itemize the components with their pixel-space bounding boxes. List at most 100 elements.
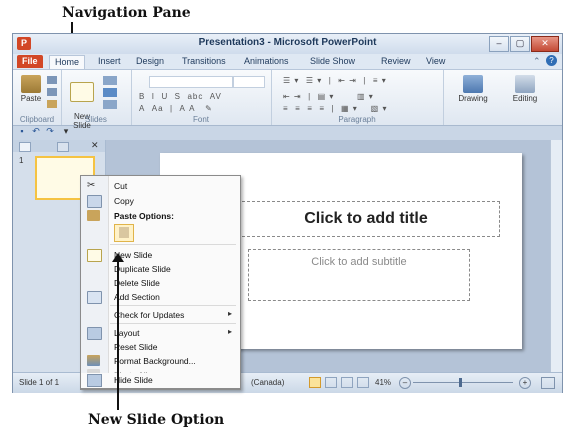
annotation-new-slide-option: New Slide Option — [88, 412, 225, 428]
outline-tab-icon[interactable] — [57, 142, 69, 152]
pane-tabs: ✕ — [13, 140, 105, 152]
slideshow-view-icon[interactable] — [357, 377, 369, 388]
paste-clipboard-icon — [119, 227, 129, 238]
tab-insert[interactable]: Insert — [93, 55, 126, 68]
ribbon: Paste Clipboard New Slide Slides B I U S… — [13, 69, 562, 130]
tab-file[interactable]: File — [17, 55, 43, 68]
drawing-button[interactable]: Drawing — [449, 75, 497, 103]
menu-separator — [110, 323, 236, 324]
menu-item-cut[interactable]: ✂ Cut — [81, 179, 240, 193]
normal-view-icon[interactable] — [309, 377, 321, 388]
submenu-arrow-icon: ▸ — [227, 327, 232, 336]
slides-group-label: Slides — [85, 115, 107, 124]
tab-view[interactable]: View — [421, 55, 450, 68]
pane-close-icon[interactable]: ✕ — [91, 140, 99, 151]
undo-icon[interactable]: ↶ — [31, 126, 41, 136]
paragraph-align-row[interactable]: ≡ ≡ ≡ ≡ | ▦ ▾ ▧ ▾ — [283, 104, 387, 114]
paste-option-button[interactable] — [114, 224, 134, 242]
font-color-row[interactable]: A Aa | A A ✎ — [139, 104, 213, 114]
tab-review[interactable]: Review — [376, 55, 416, 68]
font-group-label: Font — [192, 115, 209, 124]
editing-button[interactable]: Editing — [501, 75, 549, 103]
slides-tab-icon[interactable] — [19, 142, 31, 152]
ribbon-tabs: File Home Insert Design Transitions Anim… — [13, 54, 562, 69]
paragraph-group: ☰ ▾ ☰ ▾ | ⇤ ⇥ | ≡ ▾ ⇤ ⇥ | ▤ ▾ ▥ ▾ ≡ ≡ ≡ … — [271, 70, 444, 125]
paragraph-indent-row[interactable]: ⇤ ⇥ | ▤ ▾ ▥ ▾ — [283, 92, 374, 102]
menu-separator — [110, 244, 236, 245]
menu-item-layout[interactable]: Layout ▸ — [81, 326, 240, 340]
tab-animations[interactable]: Animations — [239, 55, 294, 68]
copy-icon — [87, 195, 102, 208]
format-painter-icon[interactable] — [47, 100, 57, 108]
submenu-arrow-icon: ▸ — [227, 309, 232, 318]
section-icon[interactable] — [103, 100, 117, 109]
title-bar: P Presentation3 - Microsoft PowerPoint –… — [13, 34, 562, 54]
hide-slide-icon — [87, 374, 102, 387]
customize-toolbar-icon[interactable]: ▾ — [61, 126, 71, 136]
menu-item-add-section[interactable]: Add Section — [81, 290, 240, 304]
reading-view-icon[interactable] — [341, 377, 353, 388]
slide-count: Slide 1 of 1 — [19, 378, 60, 387]
format-background-icon — [87, 355, 100, 366]
new-slide-icon — [70, 82, 94, 102]
reset-icon[interactable] — [103, 88, 117, 97]
menu-item-reset-slide[interactable]: Reset Slide — [81, 340, 240, 354]
new-slide-icon — [87, 249, 102, 262]
paste-icon — [87, 210, 100, 221]
tab-slide-show[interactable]: Slide Show — [305, 55, 360, 68]
vertical-scrollbar[interactable] — [550, 140, 562, 372]
context-menu: ✂ Cut Copy Paste Options: New Slide Dupl… — [80, 175, 241, 390]
paste-button[interactable]: Paste — [17, 75, 45, 103]
annotation-navigation-pane: Navigation Pane — [62, 5, 191, 21]
font-name-box[interactable] — [149, 76, 233, 88]
thumbnail-number: 1 — [19, 156, 24, 165]
zoom-out-icon[interactable]: – — [399, 377, 411, 389]
language-status: (Canada) — [251, 378, 285, 387]
menu-item-delete-slide[interactable]: Delete Slide — [81, 276, 240, 290]
tab-design[interactable]: Design — [131, 55, 169, 68]
fit-to-window-icon[interactable] — [541, 377, 555, 389]
zoom-in-icon[interactable]: + — [519, 377, 531, 389]
minimize-button[interactable]: – — [489, 36, 509, 52]
menu-separator — [110, 305, 236, 306]
slide-sorter-icon[interactable] — [325, 377, 337, 388]
annotation-arrowhead-bottom — [112, 253, 124, 262]
menu-item-copy[interactable]: Copy — [81, 194, 240, 208]
font-size-box[interactable] — [233, 76, 265, 88]
subtitle-placeholder[interactable]: Click to add subtitle — [248, 249, 470, 301]
menu-item-hide-slide[interactable]: Hide Slide — [80, 373, 241, 389]
menu-item-new-slide[interactable]: New Slide — [81, 248, 240, 262]
section-icon — [87, 291, 102, 304]
scissors-icon: ✂ — [87, 180, 96, 191]
close-button[interactable]: ✕ — [531, 36, 559, 52]
drawing-label: Drawing — [458, 94, 488, 103]
font-format-row[interactable]: B I U S abc AV — [139, 92, 222, 102]
cut-icon[interactable] — [47, 76, 57, 84]
paragraph-list-row[interactable]: ☰ ▾ ☰ ▾ | ⇤ ⇥ | ≡ ▾ — [283, 76, 387, 86]
paste-label: Paste — [20, 94, 42, 103]
clipboard-group-label: Clipboard — [19, 115, 55, 124]
drawing-icon — [463, 75, 483, 93]
clipboard-group: Paste Clipboard — [13, 70, 62, 125]
font-group: B I U S abc AV A Aa | A A ✎ Font — [131, 70, 272, 125]
ribbon-minimize-icon[interactable]: ⌃ — [533, 56, 541, 67]
tab-home[interactable]: Home — [49, 55, 86, 69]
tab-transitions[interactable]: Transitions — [177, 55, 231, 68]
menu-item-duplicate-slide[interactable]: Duplicate Slide — [81, 262, 240, 276]
menu-item-check-for-updates[interactable]: Check for Updates ▸ — [81, 308, 240, 322]
copy-icon[interactable] — [47, 88, 57, 96]
layout-icon[interactable] — [103, 76, 117, 85]
redo-icon[interactable]: ↷ — [45, 126, 55, 136]
editing-label: Editing — [512, 94, 538, 103]
zoom-slider[interactable] — [413, 382, 513, 383]
menu-item-format-background[interactable]: Format Background... — [81, 354, 240, 368]
zoom-level: 41% — [375, 378, 392, 387]
binoculars-icon — [515, 75, 535, 93]
hide-slide-label: Hide Slide — [114, 375, 153, 385]
maximize-button[interactable]: ▢ — [510, 36, 530, 52]
help-icon[interactable]: ? — [546, 55, 557, 66]
save-icon[interactable]: ▪ — [17, 126, 27, 136]
title-placeholder[interactable]: Click to add title — [232, 201, 500, 237]
zoom-slider-thumb[interactable] — [459, 378, 462, 387]
paste-icon — [21, 75, 41, 93]
